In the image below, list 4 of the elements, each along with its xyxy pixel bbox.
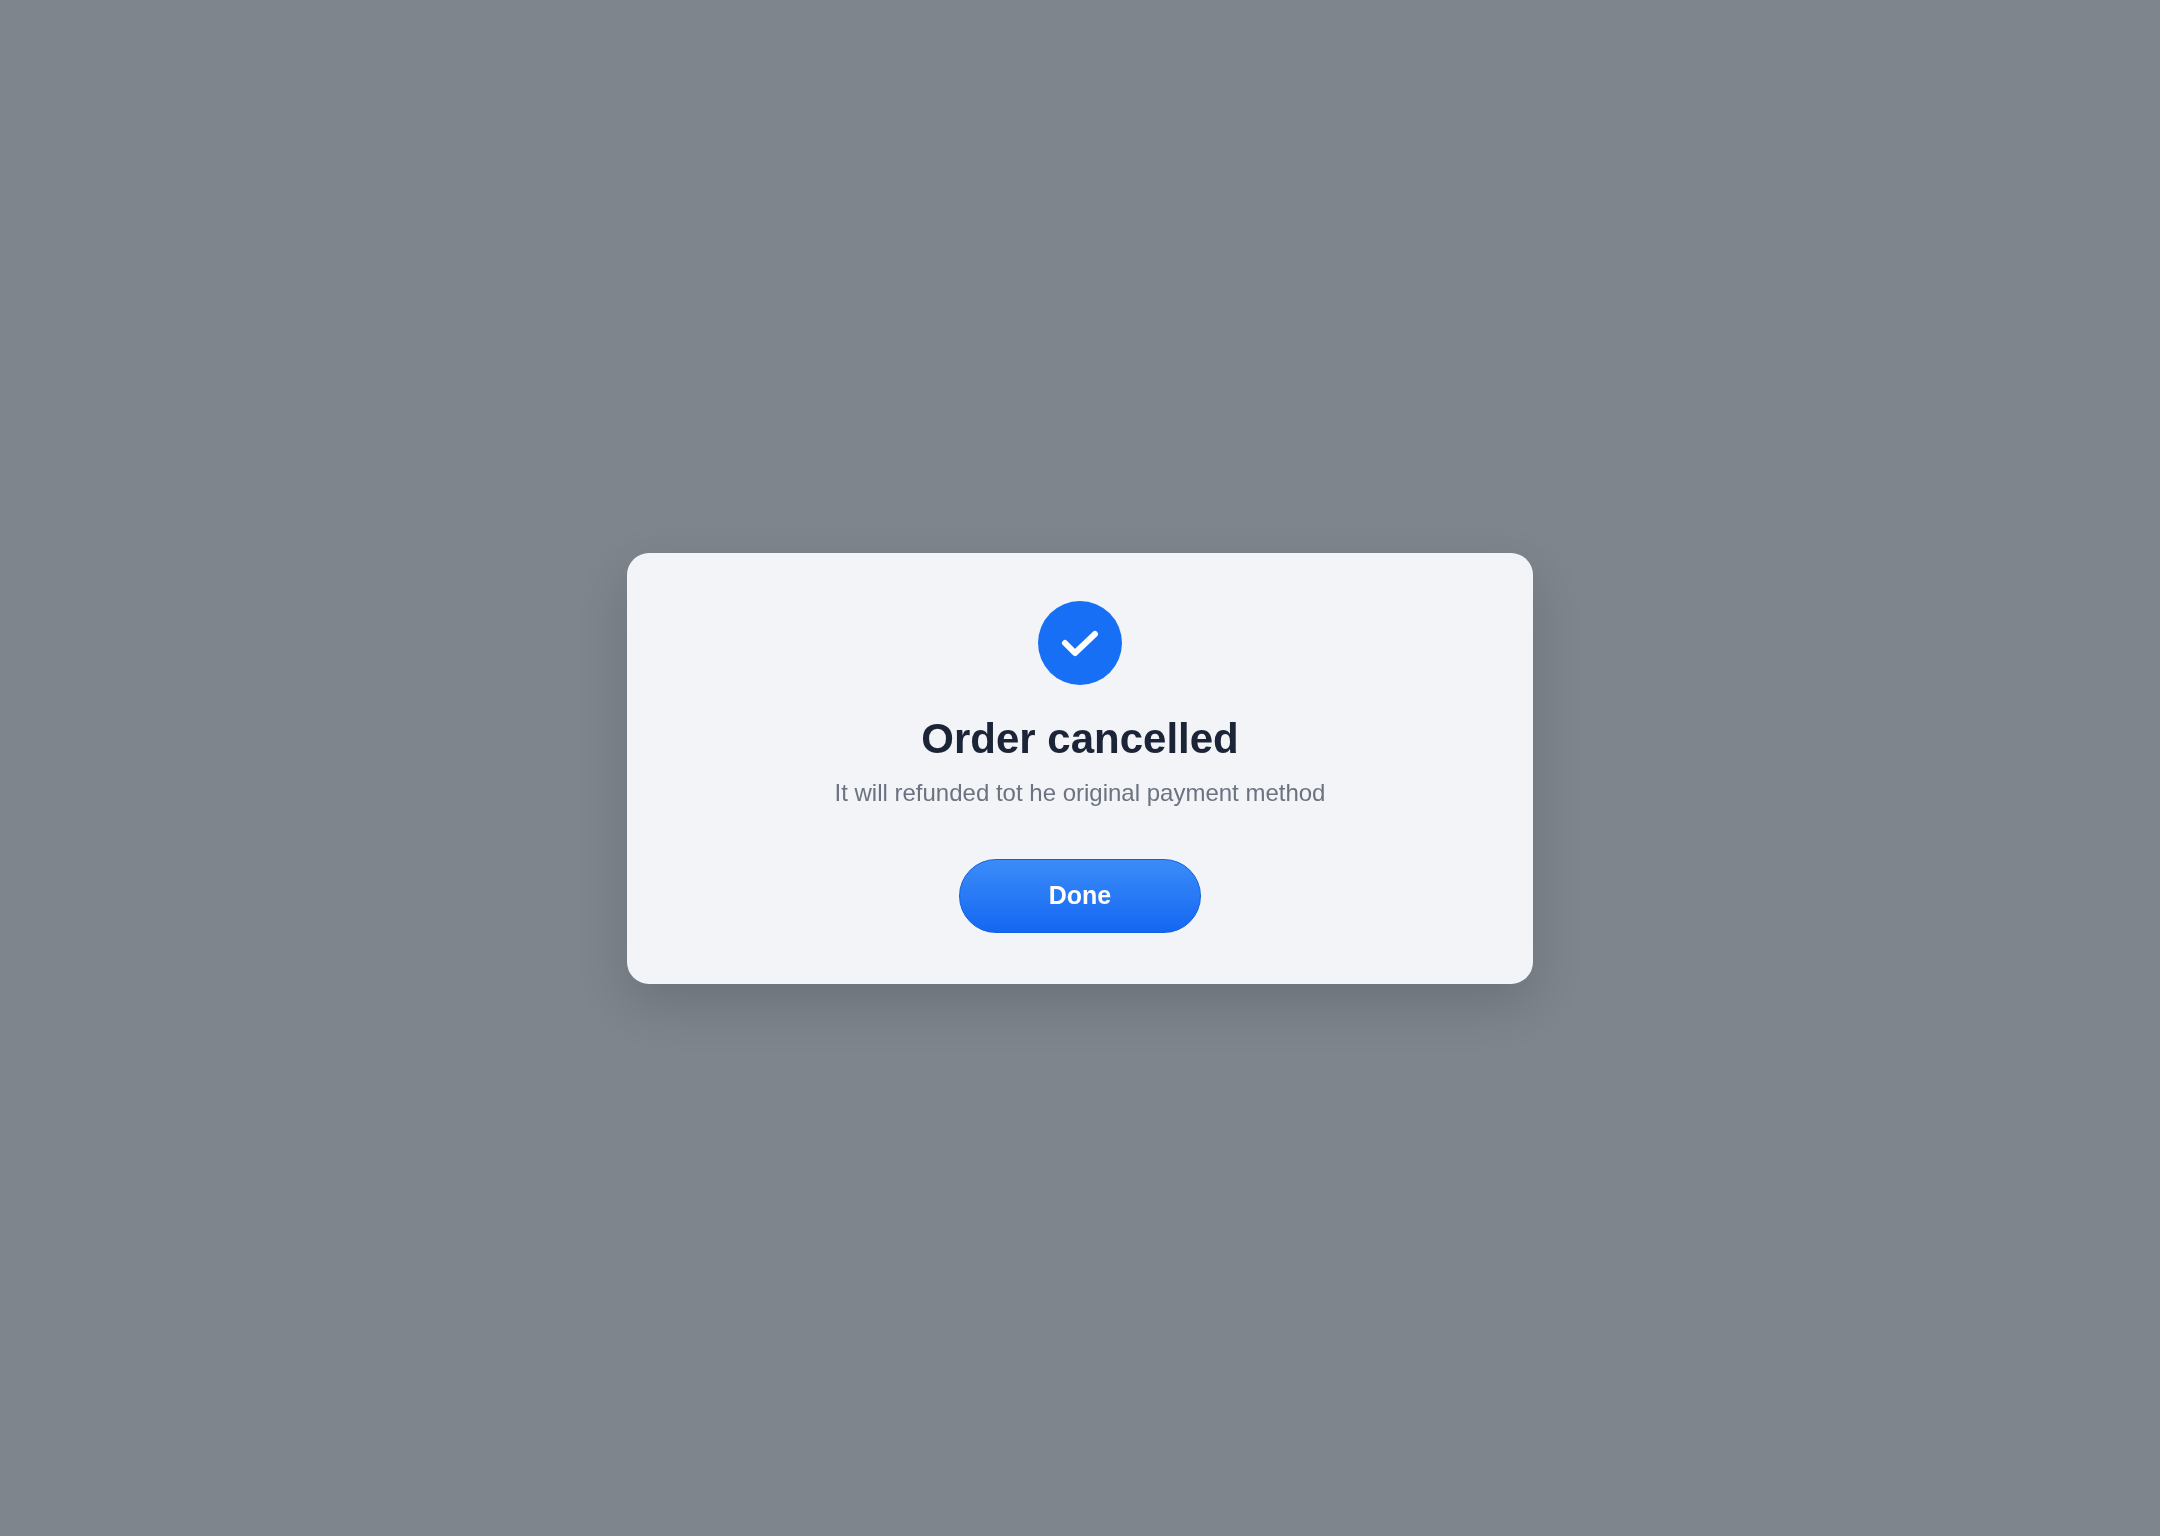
dialog-message: It will refunded tot he original payment method — [834, 777, 1326, 808]
check-icon — [1038, 600, 1122, 685]
dialog-title: Order cancelled — [921, 713, 1239, 764]
done-button[interactable]: Done — [959, 858, 1201, 933]
